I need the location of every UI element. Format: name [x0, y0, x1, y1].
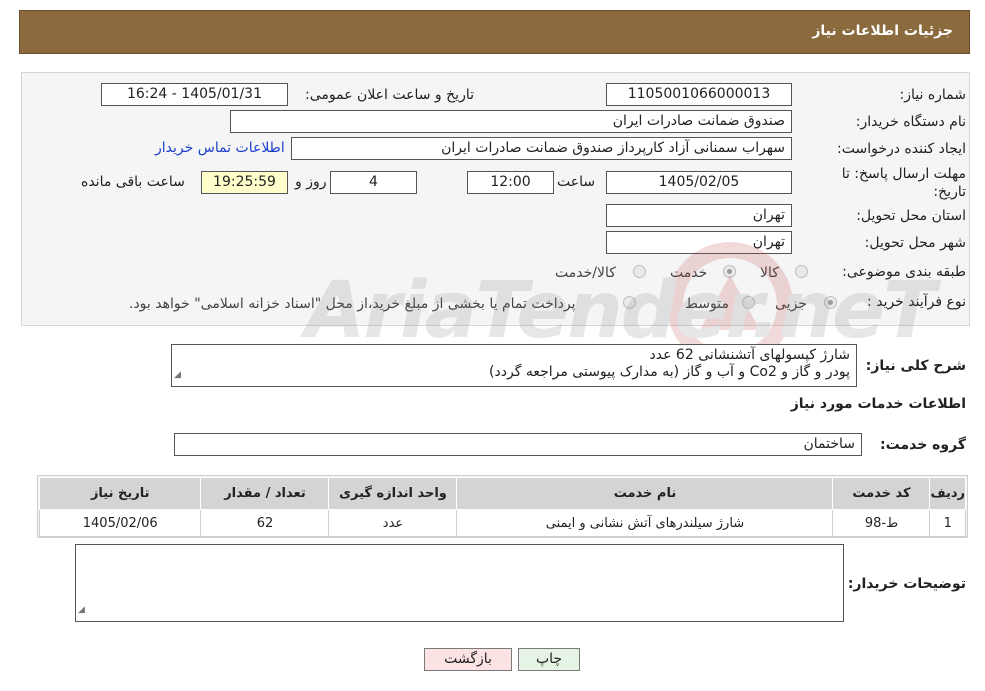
creator-label: ایجاد کننده درخواست:: [837, 141, 966, 157]
cell-service-code: ط-98: [832, 509, 931, 537]
cell-row-number: 1: [929, 509, 966, 537]
cell-unit: عدد: [328, 509, 458, 537]
buyer-notes-label: توضیحات خریدار:: [847, 576, 966, 592]
announce-datetime-field: 1405/01/31 - 16:24: [101, 83, 288, 106]
province-label: استان محل تحویل:: [856, 208, 966, 224]
page-title: جزئیات اطلاعات نیاز: [812, 23, 953, 39]
deadline-label-date: تاریخ:: [933, 184, 966, 200]
remaining-label: ساعت باقی مانده: [81, 174, 185, 190]
description-line-2: پودر و گاز و Co2 و آب و گاز (به مدارک پی…: [489, 364, 850, 380]
col-service-code: کد خدمت: [832, 477, 931, 510]
table-row: 1 ط-98 شارژ سیلندرهای آتش نشانی و ایمنی …: [38, 509, 966, 537]
back-button[interactable]: بازگشت: [424, 648, 512, 671]
treasury-checkbox[interactable]: [623, 296, 636, 309]
deadline-label: مهلت ارسال پاسخ: تا: [841, 166, 966, 182]
city-field: تهران: [606, 231, 792, 254]
services-section-title: اطلاعات خدمات مورد نیاز: [790, 396, 966, 412]
page-header: جزئیات اطلاعات نیاز: [19, 10, 970, 54]
description-label: شرح کلی نیاز:: [865, 358, 966, 374]
need-number-label: شماره نیاز:: [899, 87, 967, 103]
city-label: شهر محل تحویل:: [864, 235, 966, 251]
services-table: ردیف کد خدمت نام خدمت واحد اندازه گیری ت…: [38, 477, 966, 537]
category-label: طبقه بندی موضوعی:: [842, 264, 966, 280]
process-medium-label: متوسط: [685, 296, 729, 312]
cell-quantity: 62: [200, 509, 330, 537]
print-button[interactable]: چاپ: [518, 648, 580, 671]
province-field: تهران: [606, 204, 792, 227]
category-goods-label: کالا: [760, 265, 779, 281]
resize-handle-icon[interactable]: ◢: [78, 602, 85, 619]
category-goods-radio[interactable]: [795, 265, 808, 278]
process-minor-radio[interactable]: [824, 296, 837, 309]
service-group-field: ساختمان: [174, 433, 862, 456]
description-line-1: شارژ کپسولهای آتشنشانی 62 عدد: [649, 347, 850, 363]
creator-field: سهراب سمنانی آزاد کارپرداز صندوق ضمانت ص…: [291, 137, 792, 160]
col-need-date: تاریخ نیاز: [38, 477, 202, 510]
description-textarea[interactable]: شارژ کپسولهای آتشنشانی 62 عدد پودر و گاز…: [171, 344, 857, 387]
buyer-contact-link[interactable]: اطلاعات تماس خریدار: [155, 140, 285, 156]
deadline-time-field: 12:00: [467, 171, 554, 194]
announce-label: تاریخ و ساعت اعلان عمومی:: [305, 87, 474, 103]
cell-service-name: شارژ سیلندرهای آتش نشانی و ایمنی: [456, 509, 834, 537]
remaining-days-field: 4: [330, 171, 417, 194]
remaining-time-field: 19:25:59: [201, 171, 288, 194]
buyer-org-field: صندوق ضمانت صادرات ایران: [230, 110, 792, 133]
process-label: نوع فرآیند خرید :: [867, 294, 966, 310]
cell-need-date: 1405/02/06: [38, 509, 202, 537]
process-minor-label: جزیی: [775, 296, 807, 312]
buyer-org-label: نام دستگاه خریدار:: [855, 114, 966, 130]
col-unit: واحد اندازه گیری: [328, 477, 458, 510]
deadline-time-label: ساعت: [557, 174, 596, 190]
service-group-label: گروه خدمت:: [880, 437, 966, 453]
col-service-name: نام خدمت: [456, 477, 834, 510]
col-quantity: تعداد / مقدار: [200, 477, 330, 510]
deadline-date-field: 1405/02/05: [606, 171, 792, 194]
days-label: روز و: [295, 174, 327, 190]
need-number-field: 1105001066000013: [606, 83, 792, 106]
process-note: پرداخت تمام یا بخشی از مبلغ خرید،از محل …: [129, 296, 576, 312]
category-service-radio[interactable]: [723, 265, 736, 278]
resize-handle-icon[interactable]: ◢: [174, 367, 181, 384]
category-service-label: خدمت: [670, 265, 708, 281]
process-medium-radio[interactable]: [742, 296, 755, 309]
buyer-notes-textarea[interactable]: ◢: [75, 544, 844, 622]
table-header-row: ردیف کد خدمت نام خدمت واحد اندازه گیری ت…: [38, 477, 966, 510]
category-goods-service-label: کالا/خدمت: [555, 265, 616, 281]
category-goods-service-radio[interactable]: [633, 265, 646, 278]
col-row-number: ردیف: [929, 477, 966, 510]
